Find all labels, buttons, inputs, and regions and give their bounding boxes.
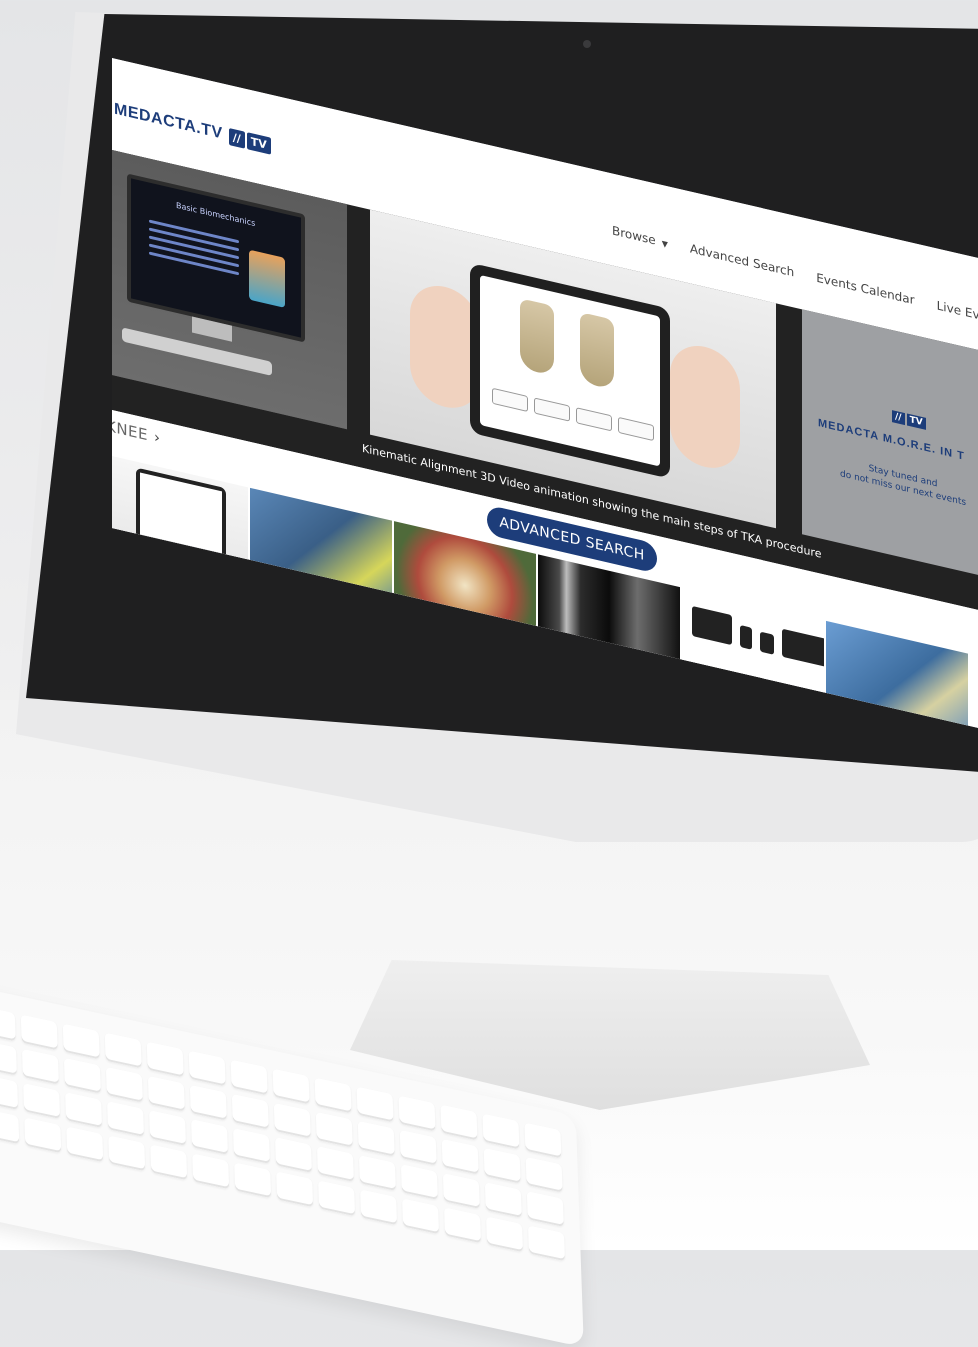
hero-slide-more-in-tv[interactable]: // TV MEDACTA M.O.R.E. IN T Stay tuned a… [802,309,978,581]
more-subtitle: Stay tuned and do not miss our next even… [840,456,966,509]
procedure-steps [492,387,654,442]
nav-item-label: Browse [612,223,656,248]
chevron-right-icon: › [154,427,161,448]
slide-bullet-lines [149,215,239,281]
logo-text: MEDACTA.TV [114,100,223,143]
femur-image [520,298,554,377]
tablet-screen [480,274,660,467]
knee-diagram-image [249,249,285,308]
site-logo[interactable]: MEDACTA.TV // TV [114,100,271,155]
nav-item-browse[interactable]: Browse ▼ [612,223,668,250]
camera-icon [583,40,591,48]
nav-item-advanced-search[interactable]: Advanced Search [690,241,794,279]
nav-item-events-calendar[interactable]: Events Calendar [816,271,914,308]
logo-badge-tv: TV [246,131,271,155]
logo-badge-slash: // [228,127,245,149]
devices-image [692,605,824,667]
more-logo-slash: // [892,410,905,425]
femur-image [580,312,614,390]
tablet-image [470,262,670,479]
more-logo-tv: TV [906,413,926,430]
hand-image [670,338,740,475]
slide-keyboard [122,327,272,376]
logo-badge: // TV [228,127,271,155]
section-title-knee[interactable]: KNEE › [112,417,161,448]
slide-monitor-image: Basic Biomechanics [127,173,305,343]
section-title-label: KNEE [112,416,149,445]
nav-item-live-events[interactable]: Live Eve [937,298,978,324]
chevron-down-icon: ▼ [661,238,668,250]
more-logo: // TV [892,410,926,430]
